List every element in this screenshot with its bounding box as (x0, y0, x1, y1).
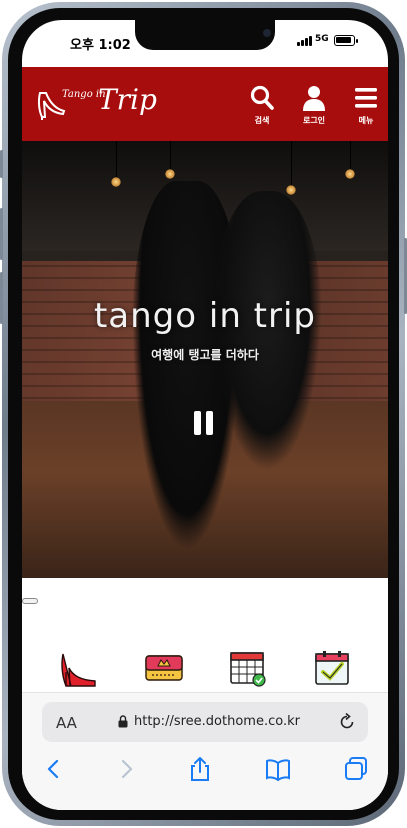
hanging-lamp (286, 185, 296, 195)
user-icon (303, 86, 325, 111)
lamp-cable (170, 141, 171, 171)
lamp-cable (350, 141, 351, 171)
network-label: 5G (315, 34, 329, 44)
search-button[interactable]: 검색 (242, 85, 282, 129)
screen: 오후 1:02 5G Tango in Trip 검색 로그인 메뉴 tango… (22, 20, 388, 810)
forward-icon[interactable] (112, 755, 140, 783)
pause-icon (194, 411, 201, 435)
browser-toolbar: AA http://sree.dothome.co.kr (22, 692, 388, 810)
signal-icon (297, 36, 313, 46)
volume-up-button (0, 208, 3, 260)
share-icon[interactable] (186, 755, 214, 783)
reload-icon[interactable] (338, 713, 356, 731)
high-heel-icon (61, 653, 96, 687)
url-text: http://sree.dothome.co.kr (134, 714, 300, 729)
hanging-lamp (165, 169, 175, 179)
tabs-icon[interactable] (342, 755, 370, 783)
lamp-cable (291, 141, 292, 187)
quick-link-schedule[interactable] (228, 648, 268, 688)
status-time: 오후 1:02 (70, 38, 131, 53)
pause-button[interactable] (194, 411, 216, 435)
hanging-lamp (345, 169, 355, 179)
battery-icon (334, 35, 358, 46)
hero-video[interactable]: tango in trip 여행에 탱고를 더하다 (22, 141, 388, 578)
reader-options-button[interactable]: AA (56, 714, 77, 732)
login-button[interactable]: 로그인 (294, 85, 334, 129)
ticket-icon (145, 655, 183, 681)
lamp-cable (116, 141, 117, 179)
hanging-lamp (111, 177, 121, 187)
search-icon (250, 85, 274, 110)
quick-icons (22, 648, 388, 692)
quick-link-ticket[interactable] (144, 648, 184, 688)
bookmarks-icon[interactable] (264, 755, 292, 783)
calendar-approve-icon (315, 651, 349, 685)
hero-subtitle: 여행에 탱고를 더하다 (151, 348, 259, 362)
silent-switch (0, 150, 3, 178)
menu-button[interactable]: 메뉴 (346, 85, 386, 129)
address-bar[interactable]: AA http://sree.dothome.co.kr (42, 702, 368, 742)
login-label: 로그인 (302, 116, 326, 125)
volume-down-button (0, 272, 3, 324)
status-bar: 오후 1:02 5G (22, 20, 388, 66)
quick-link-booking[interactable] (312, 648, 352, 688)
logo-big-text: Trip (98, 83, 157, 116)
slider-handle[interactable] (22, 598, 38, 604)
notch (135, 20, 275, 50)
search-label: 검색 (254, 116, 270, 125)
back-icon[interactable] (40, 755, 68, 783)
site-header: Tango in Trip 검색 로그인 메뉴 (22, 67, 388, 141)
hero-title: tango in trip (93, 296, 317, 336)
quick-link-shoes[interactable] (57, 648, 97, 688)
menu-icon (355, 88, 377, 108)
menu-label: 메뉴 (358, 116, 374, 125)
calendar-check-icon (230, 652, 266, 687)
camera-icon (263, 29, 271, 37)
site-logo[interactable]: Tango in Trip (36, 81, 157, 125)
lock-icon (118, 715, 128, 728)
